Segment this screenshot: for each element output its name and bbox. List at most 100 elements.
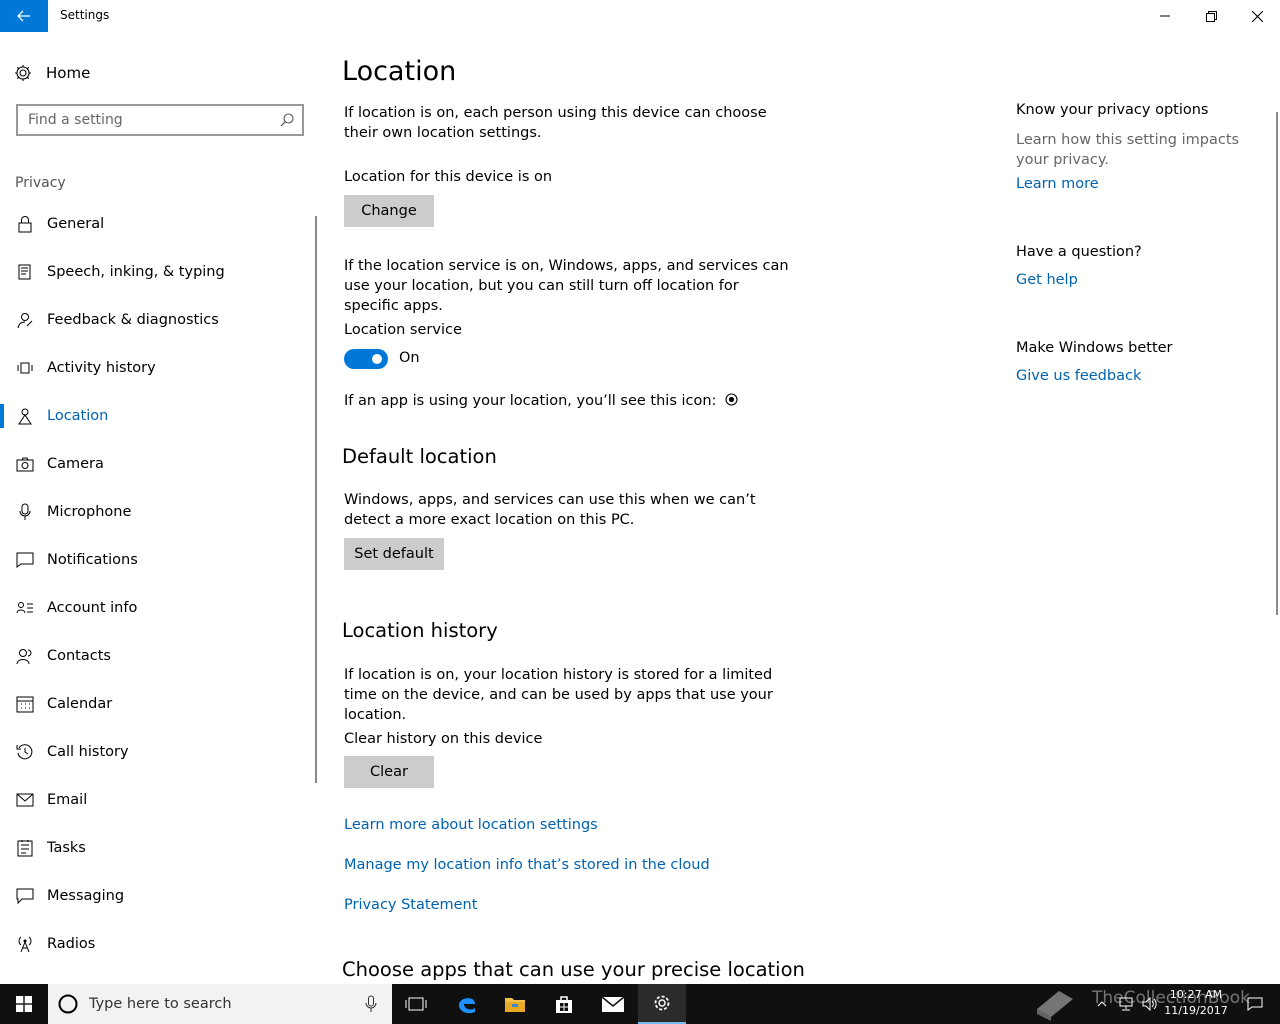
location-history-description: If location is on, your location history… xyxy=(344,667,773,723)
location-service-toggle[interactable] xyxy=(344,349,388,369)
store-icon xyxy=(556,996,572,1013)
taskbar-search-input[interactable] xyxy=(89,996,349,1012)
clock-date: 11/19/2017 xyxy=(1164,1004,1228,1017)
task-view-icon xyxy=(405,997,427,1011)
sidebar-item-speech[interactable]: Speech, inking, & typing xyxy=(0,248,316,296)
clear-button[interactable]: Clear xyxy=(344,756,434,788)
window-title: Settings xyxy=(60,8,110,22)
location-history-heading: Location history xyxy=(342,619,498,642)
privacy-options-description: Learn how this setting impacts your priv… xyxy=(1016,132,1240,168)
system-clock[interactable]: 10:27 AM 11/19/2017 xyxy=(1160,987,1232,1019)
gear-icon xyxy=(15,65,31,81)
sidebar-item-label: Contacts xyxy=(47,648,111,664)
sidebar-scrollbar[interactable] xyxy=(315,216,317,783)
taskbar-mail[interactable] xyxy=(589,984,637,1024)
task-view-button[interactable] xyxy=(392,984,440,1024)
start-button[interactable] xyxy=(0,984,48,1024)
privacy-statement-link[interactable]: Privacy Statement xyxy=(344,897,477,913)
show-hidden-icons-button[interactable] xyxy=(1092,984,1112,1024)
taskbar: TheCollectionBook 10:27 AM 11/19/2017 xyxy=(0,984,1280,1024)
taskbar-settings[interactable] xyxy=(638,984,686,1024)
location-icon xyxy=(16,407,34,425)
sidebar-item-calendar[interactable]: Calendar xyxy=(0,680,316,728)
privacy-nav-list: General Speech, inking, & typing Feedbac… xyxy=(0,200,316,968)
network-icon xyxy=(1119,997,1133,1011)
set-default-button[interactable]: Set default xyxy=(344,538,444,570)
lock-icon xyxy=(16,215,34,233)
choose-apps-heading: Choose apps that can use your precise lo… xyxy=(342,958,805,981)
chevron-up-icon xyxy=(1097,1001,1107,1007)
privacy-options-heading: Know your privacy options xyxy=(1016,102,1209,118)
sidebar-item-label: Camera xyxy=(47,456,104,472)
sidebar-item-messaging[interactable]: Messaging xyxy=(0,872,316,920)
contacts-icon xyxy=(16,647,34,665)
home-label: Home xyxy=(46,64,91,82)
location-in-use-icon xyxy=(725,393,738,406)
sidebar-item-label: Email xyxy=(47,792,88,808)
learn-more-link[interactable]: Learn more xyxy=(1016,176,1099,192)
taskbar-edge[interactable] xyxy=(443,984,491,1024)
sidebar-item-feedback[interactable]: Feedback & diagnostics xyxy=(0,296,316,344)
microphone-icon xyxy=(365,995,377,1012)
service-label: Location service xyxy=(344,322,462,338)
sidebar-item-account-info[interactable]: Account info xyxy=(0,584,316,632)
sidebar-item-activity-history[interactable]: Activity history xyxy=(0,344,316,392)
page-title: Location xyxy=(342,56,457,87)
toggle-knob xyxy=(372,354,382,364)
messaging-icon xyxy=(16,887,34,905)
taskbar-file-explorer[interactable] xyxy=(491,984,539,1024)
give-feedback-link[interactable]: Give us feedback xyxy=(1016,368,1141,384)
network-button[interactable] xyxy=(1116,984,1136,1024)
sidebar-item-label: Feedback & diagnostics xyxy=(47,312,219,328)
volume-button[interactable] xyxy=(1140,984,1160,1024)
close-icon xyxy=(1251,10,1263,22)
calendar-icon xyxy=(16,695,34,713)
sidebar-item-microphone[interactable]: Microphone xyxy=(0,488,316,536)
learn-more-location-link[interactable]: Learn more about location settings xyxy=(344,817,598,833)
sidebar-item-location[interactable]: Location xyxy=(0,392,316,440)
default-location-description: Windows, apps, and services can use this… xyxy=(344,492,756,528)
back-arrow-icon xyxy=(17,10,30,22)
sidebar-item-label: Messaging xyxy=(47,888,125,904)
make-windows-better-heading: Make Windows better xyxy=(1016,340,1173,356)
manage-cloud-location-link[interactable]: Manage my location info that’s stored in… xyxy=(344,857,710,873)
device-status-text: Location for this device is on xyxy=(344,169,553,185)
minimize-button[interactable] xyxy=(1142,0,1188,32)
sidebar-item-notifications[interactable]: Notifications xyxy=(0,536,316,584)
settings-search-box[interactable] xyxy=(16,104,304,136)
action-center-icon xyxy=(1247,997,1263,1011)
sidebar-item-tasks[interactable]: Tasks xyxy=(0,824,316,872)
sidebar-item-label: Notifications xyxy=(47,552,138,568)
windows-logo-icon xyxy=(16,996,32,1012)
sidebar: Home Privacy General Speech, inking, & t… xyxy=(0,32,320,984)
taskbar-store[interactable] xyxy=(540,984,588,1024)
sidebar-item-contacts[interactable]: Contacts xyxy=(0,632,316,680)
get-help-link[interactable]: Get help xyxy=(1016,272,1078,288)
close-button[interactable] xyxy=(1234,0,1280,32)
minimize-icon xyxy=(1160,15,1170,17)
watermark-book-icon xyxy=(1030,984,1080,1024)
sidebar-item-email[interactable]: Email xyxy=(0,776,316,824)
sidebar-item-call-history[interactable]: Call history xyxy=(0,728,316,776)
sidebar-item-label: Location xyxy=(47,408,109,424)
sidebar-item-label: General xyxy=(47,216,105,232)
sidebar-item-radios[interactable]: Radios xyxy=(0,920,316,968)
action-center-button[interactable] xyxy=(1240,984,1270,1024)
change-button[interactable]: Change xyxy=(344,195,434,227)
taskbar-search-box[interactable] xyxy=(48,984,392,1024)
home-nav-item[interactable]: Home xyxy=(14,62,90,84)
back-button[interactable] xyxy=(0,0,48,32)
main-scrollbar[interactable] xyxy=(1276,112,1278,615)
settings-search-input[interactable] xyxy=(28,112,268,128)
call-history-icon xyxy=(16,743,34,761)
restore-button[interactable] xyxy=(1188,0,1234,32)
sidebar-item-label: Tasks xyxy=(47,840,86,856)
radios-icon xyxy=(16,935,34,953)
sidebar-item-general[interactable]: General xyxy=(0,200,316,248)
default-location-heading: Default location xyxy=(342,445,497,468)
restore-icon xyxy=(1205,10,1217,22)
sidebar-item-label: Calendar xyxy=(47,696,113,712)
intro-text: If location is on, each person using thi… xyxy=(344,105,767,141)
icon-note-text: If an app is using your location, you’ll… xyxy=(344,393,717,409)
sidebar-item-camera[interactable]: Camera xyxy=(0,440,316,488)
